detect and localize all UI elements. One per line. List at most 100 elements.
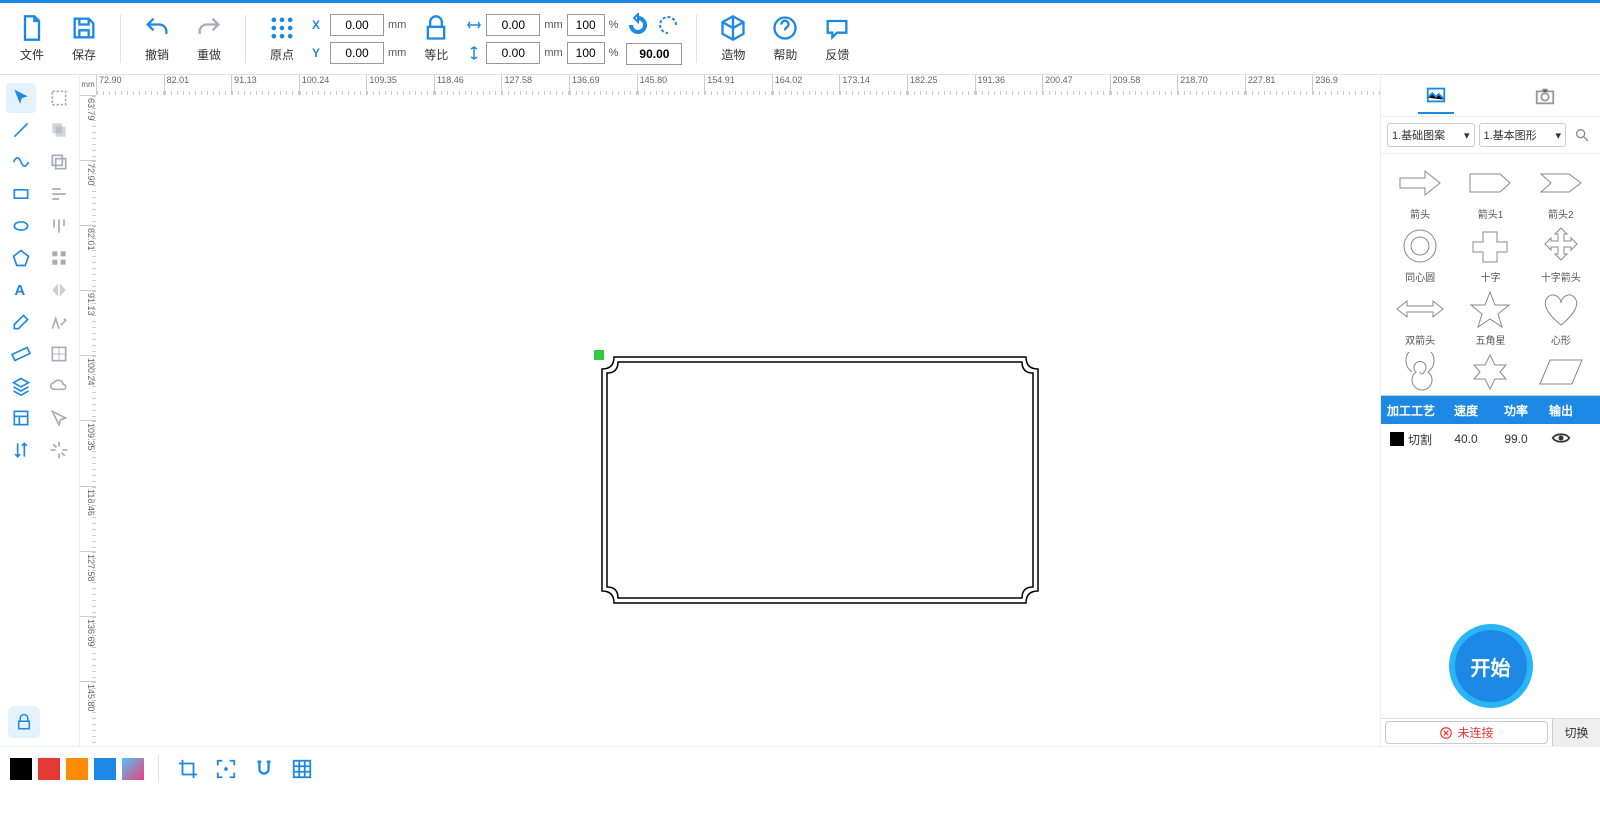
origin-label: 原点	[270, 46, 294, 63]
bottom-bar	[0, 746, 1600, 790]
lock-icon	[422, 14, 450, 42]
proc-speed: 40.0	[1441, 432, 1491, 446]
rotation-input[interactable]	[626, 43, 682, 65]
object-button[interactable]: 造物	[711, 14, 755, 63]
file-button[interactable]: 文件	[10, 14, 54, 63]
proc-h2: 速度	[1441, 402, 1491, 419]
grid-toggle-tool[interactable]	[287, 754, 317, 784]
burst-tool[interactable]	[44, 435, 74, 465]
shape-cross-arrow[interactable]: 十字箭头	[1529, 225, 1593, 284]
error-icon	[1439, 726, 1453, 740]
rotate-ccw-icon[interactable]	[626, 13, 650, 37]
search-shapes-button[interactable]	[1570, 123, 1594, 147]
sort-tool[interactable]	[6, 435, 36, 465]
color-swatch[interactable]	[66, 758, 88, 780]
curve-tool[interactable]	[6, 147, 36, 177]
wh-size: mm % mm %	[466, 14, 618, 64]
help-button[interactable]: 帮助	[763, 14, 807, 63]
help-label: 帮助	[773, 46, 797, 63]
start-button[interactable]: 开始	[1449, 624, 1533, 708]
save-button[interactable]: 保存	[62, 14, 106, 63]
shape-concentric[interactable]: 同心圆	[1388, 225, 1452, 284]
shape-cross[interactable]: 十字	[1458, 225, 1522, 284]
feedback-button[interactable]: 反馈	[815, 14, 859, 63]
tab-shapes[interactable]	[1418, 78, 1454, 114]
polygon-tool[interactable]	[6, 243, 36, 273]
x-input[interactable]	[330, 14, 384, 36]
edit-path-tool[interactable]	[44, 307, 74, 337]
y-unit: mm	[388, 47, 406, 59]
shape-parallelogram[interactable]: 平行四边形	[1529, 351, 1593, 395]
select-tool[interactable]	[6, 83, 36, 113]
ratio-label: 等比	[424, 46, 448, 63]
top-toolbar: 文件 保存 撤销 重做 原点 X mm Y mm 等比	[0, 3, 1600, 75]
ratio-lock-button[interactable]: 等比	[414, 14, 458, 63]
shape-star6[interactable]: 六角星	[1458, 351, 1522, 395]
align-h-tool[interactable]	[44, 211, 74, 241]
color-swatch[interactable]	[10, 758, 32, 780]
pointer-edit-tool[interactable]	[44, 403, 74, 433]
crop-tool[interactable]	[173, 754, 203, 784]
filter-shape-select[interactable]: 1.基本图形▾	[1479, 123, 1567, 147]
w-input[interactable]	[486, 14, 540, 36]
undo-icon	[143, 14, 171, 42]
ellipse-tool[interactable]	[6, 211, 36, 241]
redo-button[interactable]: 重做	[187, 14, 231, 63]
filter-category-select[interactable]: 1.基础图案▾	[1387, 123, 1475, 147]
shape-star5[interactable]: 五角星	[1458, 288, 1522, 347]
color-swatch[interactable]	[94, 758, 116, 780]
snap-tool[interactable]	[249, 754, 279, 784]
shape-spiral[interactable]: 螺旋线	[1388, 351, 1452, 395]
mirror-tool[interactable]	[44, 275, 74, 305]
y-label: Y	[312, 46, 326, 60]
h-input[interactable]	[486, 42, 540, 64]
w-pct-input[interactable]	[567, 14, 605, 36]
layers-tool[interactable]	[6, 371, 36, 401]
switch-button[interactable]: 切换	[1552, 719, 1600, 746]
origin-button[interactable]: 原点	[260, 14, 304, 63]
shape-double-arrow[interactable]: 双箭头	[1388, 288, 1452, 347]
grid-array-tool[interactable]	[44, 339, 74, 369]
shape-heart[interactable]: 心形	[1529, 288, 1593, 347]
y-input[interactable]	[330, 42, 384, 64]
shape-arrow1[interactable]: 箭头1	[1458, 162, 1522, 221]
canvas-shape-frame[interactable]	[600, 355, 1040, 605]
shape-arrow2[interactable]: 箭头2	[1529, 162, 1593, 221]
marquee-tool[interactable]	[44, 83, 74, 113]
copy-tool[interactable]	[44, 147, 74, 177]
cloud-tool[interactable]	[44, 371, 74, 401]
save-label: 保存	[72, 46, 96, 63]
canvas-area[interactable]: mm 72.9082.0191.13100.24109.35118.46127.…	[80, 75, 1380, 746]
measure-tool[interactable]	[6, 339, 36, 369]
proc-output-toggle[interactable]	[1541, 431, 1581, 448]
proc-row[interactable]: 切割 40.0 99.0	[1381, 424, 1600, 454]
shape-combine-tool[interactable]	[44, 115, 74, 145]
proc-h1: 加工工艺	[1381, 402, 1441, 419]
color-swatch[interactable]	[38, 758, 60, 780]
svg-text:A: A	[14, 282, 25, 299]
tab-camera[interactable]	[1527, 78, 1563, 114]
layout-tool[interactable]	[6, 403, 36, 433]
line-tool[interactable]	[6, 115, 36, 145]
shape-arrow[interactable]: 箭头	[1388, 162, 1452, 221]
canvas-lock-button[interactable]	[8, 706, 40, 738]
width-icon	[466, 17, 482, 33]
file-label: 文件	[20, 46, 44, 63]
rotate-cw-icon[interactable]	[656, 13, 680, 37]
eraser-tool[interactable]	[6, 307, 36, 337]
color-swatch[interactable]	[122, 758, 144, 780]
connection-status: 未连接	[1385, 721, 1548, 744]
rect-tool[interactable]	[6, 179, 36, 209]
h-pct-input[interactable]	[567, 42, 605, 64]
align-v-tool[interactable]	[44, 179, 74, 209]
text-tool[interactable]: A	[6, 275, 36, 305]
undo-button[interactable]: 撤销	[135, 14, 179, 63]
x-unit: mm	[388, 19, 406, 31]
fit-screen-tool[interactable]	[211, 754, 241, 784]
save-icon	[70, 14, 98, 42]
right-panel: 1.基础图案▾ 1.基本图形▾ 箭头 箭头1 箭头2 同心圆 十字 十字箭头 双…	[1380, 75, 1600, 746]
left-tool-palette: A	[0, 75, 80, 746]
cube-icon	[719, 14, 747, 42]
array-tool[interactable]	[44, 243, 74, 273]
processing-panel: 加工工艺 速度 功率 输出 切割 40.0 99.0	[1381, 395, 1600, 594]
